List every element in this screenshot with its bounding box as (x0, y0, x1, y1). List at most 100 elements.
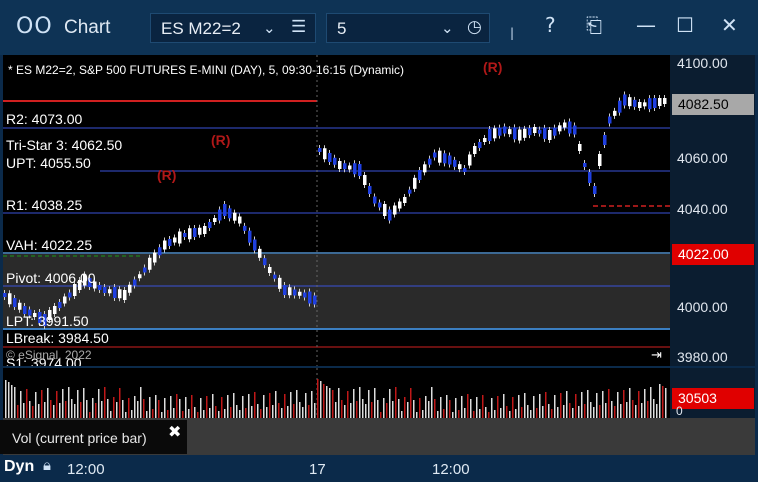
candle-body (483, 138, 487, 142)
candle-body (408, 189, 412, 194)
volume-bar (224, 409, 226, 418)
page-settings-icon[interactable]: ⎗ (586, 13, 602, 37)
volume-bar (338, 388, 340, 418)
candle-body (263, 258, 267, 266)
volume-chart[interactable] (3, 368, 670, 418)
volume-badge: 30503 (672, 388, 754, 409)
volume-bar (662, 386, 664, 418)
symbol-selector[interactable]: ES M22=2 ⌄ ☰ (150, 13, 316, 43)
clock-icon[interactable]: ◷ (467, 17, 482, 37)
candle-body (568, 121, 572, 134)
dynamic-mode-label[interactable]: Dyn (4, 458, 34, 476)
volume-bar (455, 398, 457, 418)
volume-bar (656, 404, 658, 418)
r-marker: (R) (211, 132, 231, 148)
volume-bar (35, 392, 37, 418)
candle-body (213, 218, 217, 222)
volume-bar (365, 404, 367, 418)
volume-bar (155, 395, 157, 418)
volume-legend: Vol (current price bar) ✖ (0, 420, 187, 454)
volume-bar (584, 404, 586, 418)
volume-bar (632, 400, 634, 418)
volume-bar (467, 394, 469, 418)
lock-icon[interactable]: 🔒︎ (43, 457, 51, 474)
volume-bar (107, 399, 109, 418)
chevron-down-icon[interactable]: ⌄ (263, 19, 276, 37)
candle-body (608, 116, 612, 124)
volume-bar (458, 410, 460, 418)
volume-bar (134, 396, 136, 418)
volume-bar (536, 408, 538, 418)
candle-body (433, 152, 437, 158)
volume-bar (653, 399, 655, 418)
candle-body (358, 164, 362, 176)
candle-body (628, 97, 632, 107)
volume-bar (146, 411, 148, 418)
volume-bar (356, 401, 358, 418)
maximize-button[interactable]: ☐ (676, 13, 694, 37)
volume-bar (83, 388, 85, 418)
candle-body (338, 161, 342, 169)
close-icon[interactable]: ✖ (168, 422, 181, 442)
volume-bar (128, 398, 130, 418)
volume-bar (113, 397, 115, 418)
help-button[interactable]: ? (545, 13, 556, 37)
candle-body (203, 226, 207, 234)
close-button[interactable]: ✕ (721, 13, 738, 37)
volume-bar (611, 401, 613, 418)
candle-body (548, 130, 552, 140)
interval-selector[interactable]: 5 ⌄ ◷ (326, 13, 490, 43)
separator-icon: | (510, 26, 515, 40)
volume-bar (419, 398, 421, 418)
volume-bar (392, 401, 394, 418)
volume-bar (20, 391, 22, 418)
minimize-button[interactable]: — (636, 13, 656, 37)
current-price-badge: 4082.50 (672, 94, 754, 115)
volume-bar (332, 390, 334, 418)
volume-bar (479, 409, 481, 418)
candle-body (208, 222, 212, 228)
price-tick: 4040.00 (677, 201, 728, 217)
scroll-to-end-icon[interactable]: ⇥ (651, 347, 662, 363)
volume-bar (602, 391, 604, 418)
candle-body (658, 98, 662, 106)
chevron-down-icon[interactable]: ⌄ (441, 19, 454, 37)
volume-bar (5, 380, 7, 418)
candle-body (663, 98, 667, 104)
volume-bar (242, 396, 244, 418)
candle-body (348, 165, 352, 170)
volume-bar (647, 401, 649, 418)
volume-bar (116, 402, 118, 418)
volume-bar (497, 396, 499, 418)
candle-body (183, 233, 187, 237)
volume-bar (494, 410, 496, 418)
candle-body (443, 153, 447, 164)
price-chart[interactable]: * ES M22=2, S&P 500 FUTURES E-MINI (DAY)… (3, 55, 670, 366)
volume-bar (239, 410, 241, 418)
volume-bar (596, 393, 598, 418)
volume-bar (530, 410, 532, 418)
candle-body (238, 216, 242, 224)
volume-bar (278, 403, 280, 418)
candle-body (273, 274, 277, 279)
volume-bar (473, 411, 475, 418)
volume-bar (347, 391, 349, 418)
volume-bars (5, 379, 667, 418)
candle-body (438, 150, 442, 163)
lbreak-label: LBreak: 3984.50 (6, 330, 109, 346)
symbol-list-icon[interactable]: ☰ (291, 17, 306, 37)
candle-body (343, 163, 347, 170)
candle-body (368, 186, 372, 194)
volume-bar (86, 400, 88, 418)
candle-body (353, 163, 357, 175)
volume-bar (65, 401, 67, 418)
volume-bar (575, 394, 577, 418)
volume-bar (623, 390, 625, 418)
volume-bar (509, 411, 511, 418)
candle-body (508, 129, 512, 135)
volume-bar (659, 384, 661, 418)
candle-body (453, 159, 457, 167)
price-tick: 3980.00 (677, 349, 728, 365)
volume-bar (296, 390, 298, 418)
candle-body (553, 127, 557, 136)
